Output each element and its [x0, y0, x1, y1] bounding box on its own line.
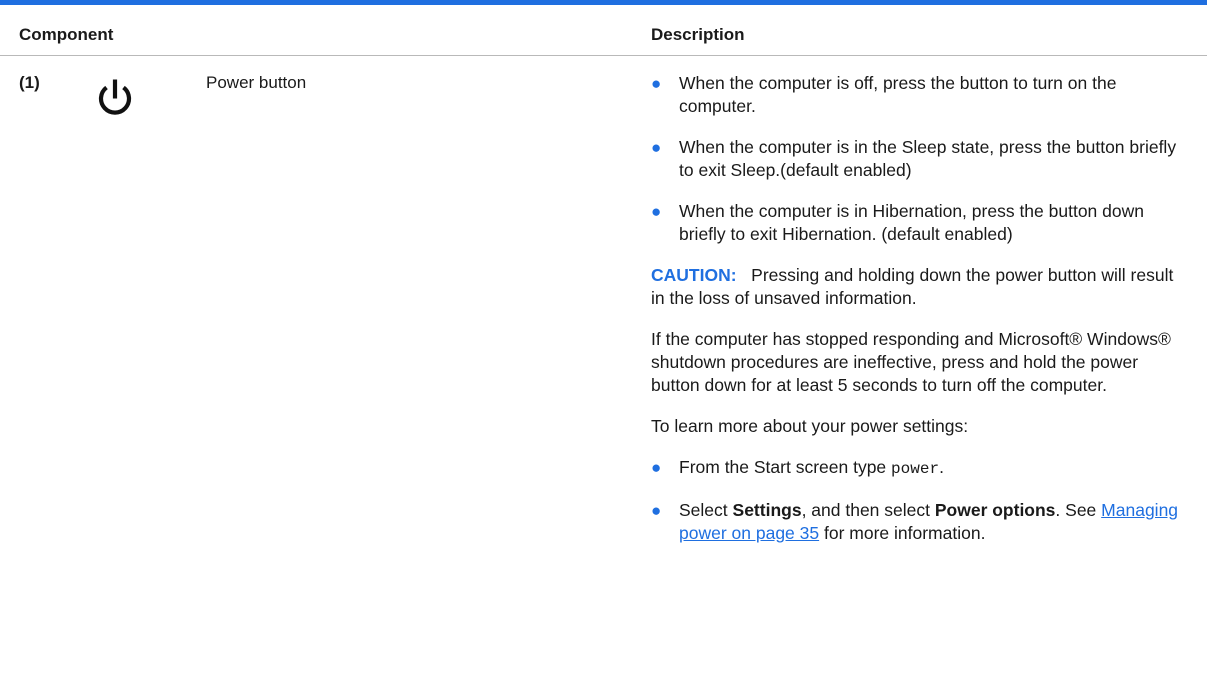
bullet-text: When the computer is in Hibernation, pre… [679, 201, 1144, 244]
caution-label: CAUTION: [651, 265, 737, 285]
bullet-icon: ● [651, 138, 662, 157]
paragraph-unresponsive: If the computer has stopped responding a… [651, 329, 1171, 395]
list-item: ● When the computer is in Hibernation, p… [651, 200, 1191, 246]
list-item: ● When the computer is off, press the bu… [651, 72, 1191, 118]
more-info-text: for more information. [824, 523, 986, 543]
list-item: ● From the Start screen type power. [651, 456, 1191, 481]
bullet-text: When the computer is off, press the butt… [679, 73, 1117, 116]
component-name: Power button [206, 73, 307, 92]
bullet-icon: ● [651, 202, 662, 221]
bullet-icon: ● [651, 74, 662, 93]
bullet-icon: ● [651, 501, 662, 520]
table-header: Component Description [0, 5, 1207, 56]
bullet-text: From the Start screen type power. [679, 457, 944, 478]
paragraph-power-settings: To learn more about your power settings: [651, 416, 969, 436]
period: . [939, 457, 944, 477]
bullet-text: When the computer is in the Sleep state,… [679, 137, 1177, 180]
bullet-icon: ● [651, 458, 662, 477]
start-screen-text: From the Start screen type [679, 457, 887, 477]
header-component: Component [19, 25, 114, 44]
see-text: . See [1055, 500, 1097, 520]
settings-term: Settings [732, 500, 802, 520]
list-item: ● When the computer is in the Sleep stat… [651, 136, 1191, 182]
header-description: Description [651, 25, 745, 44]
select-text: Select [679, 500, 728, 520]
power-code: power [891, 460, 940, 478]
description-cell: ● When the computer is off, press the bu… [651, 72, 1191, 563]
list-item: ● Select Settings, and then select Power… [651, 499, 1191, 545]
bullet-text: Select Settings, and then select Power o… [679, 500, 1178, 543]
power-icon [98, 79, 132, 115]
power-options-term: Power options [934, 500, 1056, 520]
then-select-text: , and then select [801, 500, 930, 520]
component-number: (1) [19, 73, 40, 92]
caution-note: CAUTION: Pressing and holding down the p… [651, 264, 1191, 310]
